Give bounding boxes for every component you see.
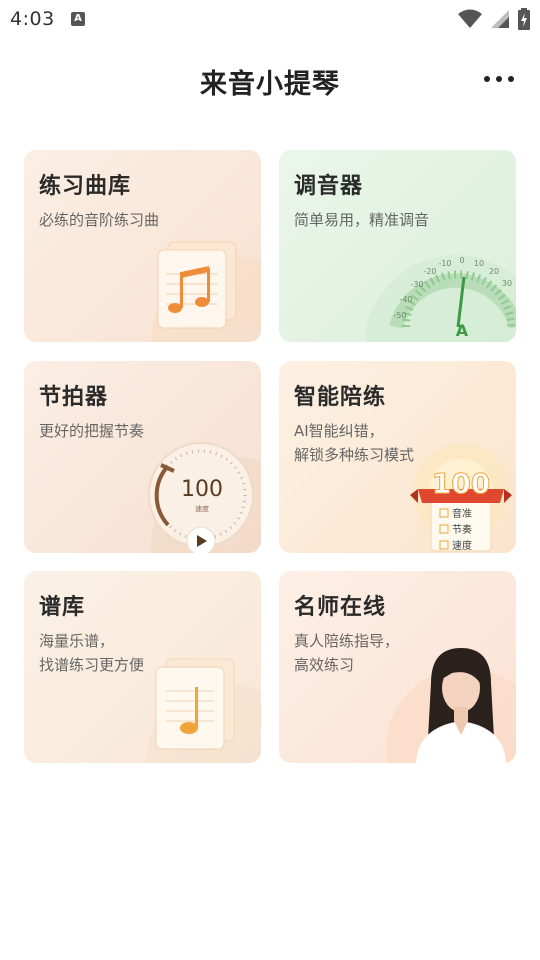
tuner-label: -50 (393, 311, 406, 320)
metronome-tempo-label: 速度 (195, 504, 209, 513)
card-title: 练习曲库 (39, 174, 132, 199)
tuner-label: 30 (502, 279, 512, 288)
tuner-label: -20 (423, 267, 436, 276)
tuner-label: -10 (438, 259, 451, 268)
card-tuner[interactable]: 调音器 简单易用，精准调音 -50 -40 -30 -20 -10 0 10 2… (279, 150, 516, 342)
tuner-label: 20 (489, 267, 499, 276)
status-icons (458, 8, 530, 30)
card-title: 节拍器 (39, 385, 109, 410)
tuner-label: -40 (399, 295, 412, 304)
checklist-item: 音准 (452, 507, 472, 520)
card-online-teacher[interactable]: 名师在线 真人陪练指导， 高效练习 (279, 571, 516, 763)
tuner-dial-icon: -50 -40 -30 -20 -10 0 10 20 30 A (366, 255, 516, 342)
more-icon-dot (508, 76, 514, 82)
score-badge-icon: 100 音准 节奏 速度 (410, 443, 512, 552)
a-icon: A (71, 12, 85, 26)
more-icon-dot (496, 76, 502, 82)
status-time: 4:03 (10, 8, 55, 30)
metronome-dial-icon: 100 速度 (148, 442, 261, 553)
wifi-icon (458, 9, 482, 28)
card-title: 谱库 (39, 595, 86, 620)
signal-icon (491, 10, 509, 28)
card-metronome[interactable]: 节拍器 更好的把握节奏 100 速度 (24, 361, 261, 553)
more-icon-dot (484, 76, 490, 82)
card-title: 调音器 (294, 174, 364, 199)
tuner-note: A (456, 321, 469, 340)
tuner-label: 10 (474, 259, 484, 268)
card-title: 名师在线 (294, 595, 387, 620)
battery-charging-icon (518, 8, 530, 30)
card-title: 智能陪练 (294, 385, 387, 410)
status-bar: 4:03 A (0, 0, 540, 38)
checklist-item: 速度 (452, 539, 472, 552)
ai-score: 100 (432, 467, 490, 500)
card-ai-practice[interactable]: 智能陪练 AI智能纠错， 解锁多种练习模式 100 音准 节奏 速度 (279, 361, 516, 553)
sheet-music-icon (146, 658, 261, 763)
checklist-item: 节奏 (452, 524, 472, 536)
music-notes-icon (151, 241, 261, 342)
page-title: 来音小提琴 (200, 69, 340, 100)
more-button[interactable] (484, 68, 514, 90)
tuner-label: -30 (410, 280, 423, 289)
card-practice-library[interactable]: 练习曲库 必练的音阶练习曲 (24, 150, 261, 342)
card-score-library[interactable]: 谱库 海量乐谱， 找谱练习更方便 (24, 571, 261, 763)
metronome-tempo: 100 (181, 477, 223, 502)
tuner-label: 0 (459, 256, 464, 265)
teacher-portrait (386, 648, 516, 763)
app-header: 来音小提琴 (0, 52, 540, 108)
